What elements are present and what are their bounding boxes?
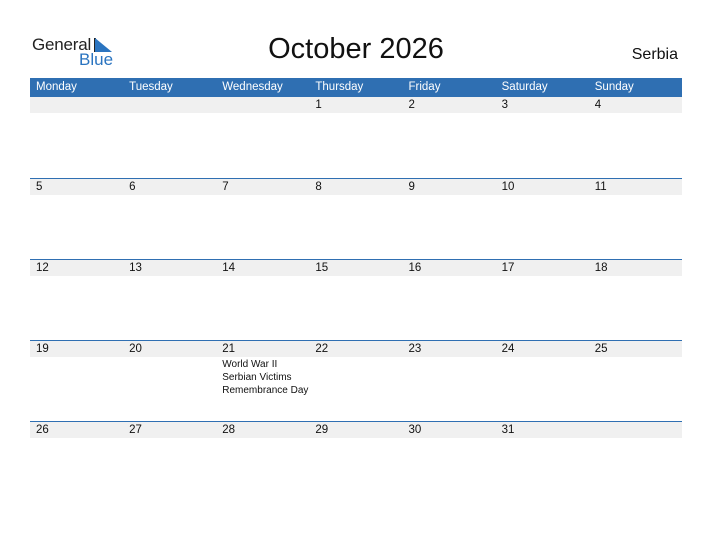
day-number: 28 <box>222 424 236 436</box>
day-number: 4 <box>594 99 602 111</box>
page-title: October 2026 <box>268 33 444 65</box>
day-cell: 31 <box>496 422 589 438</box>
day-cell: 10 <box>496 179 589 195</box>
day-cell <box>589 422 682 438</box>
day-cell: 16 <box>403 260 496 276</box>
day-number: 22 <box>315 343 329 355</box>
day-cell: 14 <box>216 260 309 276</box>
day-number: 13 <box>129 262 142 274</box>
day-cell: 11 <box>589 179 682 195</box>
day-number: 17 <box>501 262 515 274</box>
day-number: 3 <box>501 99 509 111</box>
day-number: 31 <box>501 424 515 436</box>
day-number <box>129 97 216 113</box>
day-number: 23 <box>408 343 422 355</box>
day-cell: 24 <box>496 341 589 397</box>
day-number: 11 <box>594 181 607 193</box>
day-cell: 26 <box>30 422 123 438</box>
day-cell: 22 <box>309 341 402 397</box>
day-number: 27 <box>129 424 142 436</box>
day-cell <box>123 97 216 113</box>
day-cell: 18 <box>589 260 682 276</box>
weekday-thursday: Thursday <box>315 81 364 93</box>
day-cell: 30 <box>403 422 496 438</box>
day-number: 5 <box>36 181 43 193</box>
weekday-saturday: Saturday <box>501 81 548 93</box>
day-number: 10 <box>501 181 515 193</box>
holiday-label: World War II Serbian Victims Remembrance… <box>222 359 309 396</box>
day-cell: 21 World War II Serbian Victims Remembran… <box>216 341 309 397</box>
day-cell: 12 <box>30 260 123 276</box>
day-number: 6 <box>129 181 136 193</box>
day-number: 16 <box>408 262 422 274</box>
day-number: 24 <box>501 343 515 355</box>
weekday-sunday: Sunday <box>594 81 634 93</box>
day-cell: 25 <box>589 341 682 397</box>
day-number: 12 <box>36 262 49 274</box>
country-label: Serbia <box>631 46 678 63</box>
day-number: 19 <box>36 343 49 355</box>
day-cell: 1 <box>309 97 402 113</box>
week-cells: 5 6 7 8 9 10 11 <box>30 179 682 195</box>
day-cell: 5 <box>30 179 123 195</box>
week-row: 1 2 3 4 <box>30 97 682 178</box>
week-row: 5 6 7 8 9 10 11 <box>30 178 682 259</box>
day-cell <box>30 97 123 113</box>
day-number: 26 <box>36 424 49 436</box>
weekday-header: Monday Tuesday Wednesday Thursday Friday… <box>30 78 682 97</box>
day-cell <box>216 97 309 113</box>
day-number: 21 <box>222 343 236 355</box>
week-row: 26 27 28 29 30 31 <box>30 421 682 502</box>
day-number: 18 <box>594 262 608 274</box>
day-cell: 19 <box>30 341 123 397</box>
day-number: 15 <box>315 262 329 274</box>
week-row: 19 20 21 World War II Serbian Victims Remem… <box>30 340 682 421</box>
day-number <box>222 97 309 113</box>
day-cell: 28 <box>216 422 309 438</box>
day-cell: 4 <box>589 97 682 113</box>
week-cells: 12 13 14 15 16 17 18 <box>30 260 682 276</box>
weekday-wednesday: Wednesday <box>222 81 283 93</box>
weeks-container: 1 2 3 4 5 6 7 8 9 10 11 12 13 14 15 16 17 18 19 20 21 World W… <box>30 97 682 502</box>
day-cell: 29 <box>309 422 402 438</box>
week-cells: 26 27 28 29 30 31 <box>30 422 682 438</box>
day-cell: 2 <box>403 97 496 113</box>
day-number: 25 <box>594 343 608 355</box>
day-number: 20 <box>129 343 142 355</box>
day-number: 1 <box>315 99 322 111</box>
day-number: 30 <box>408 424 422 436</box>
week-row: 12 13 14 15 16 17 18 <box>30 259 682 340</box>
day-number: 2 <box>408 99 415 111</box>
weekday-monday: Monday <box>36 81 77 93</box>
day-cell: 8 <box>309 179 402 195</box>
day-cell: 6 <box>123 179 216 195</box>
day-cell: 15 <box>309 260 402 276</box>
day-number: 29 <box>315 424 329 436</box>
day-number: 8 <box>315 181 322 193</box>
week-cells: 1 2 3 4 <box>30 97 682 113</box>
day-cell: 13 <box>123 260 216 276</box>
weekday-friday: Friday <box>408 81 441 93</box>
day-number: 7 <box>222 181 229 193</box>
day-cell: 20 <box>123 341 216 397</box>
day-number <box>36 97 123 113</box>
calendar: Monday Tuesday Wednesday Thursday Friday… <box>30 78 682 502</box>
day-cell: 27 <box>123 422 216 438</box>
day-cell: 9 <box>403 179 496 195</box>
day-number: 9 <box>408 181 415 193</box>
weekday-tuesday: Tuesday <box>129 81 173 93</box>
day-cell: 7 <box>216 179 309 195</box>
day-cell: 17 <box>496 260 589 276</box>
day-cell: 23 <box>403 341 496 397</box>
day-number: 14 <box>222 262 236 274</box>
day-cell: 3 <box>496 97 589 113</box>
week-cells: 19 20 21 World War II Serbian Victims Remem… <box>30 341 682 397</box>
day-number <box>595 422 682 438</box>
